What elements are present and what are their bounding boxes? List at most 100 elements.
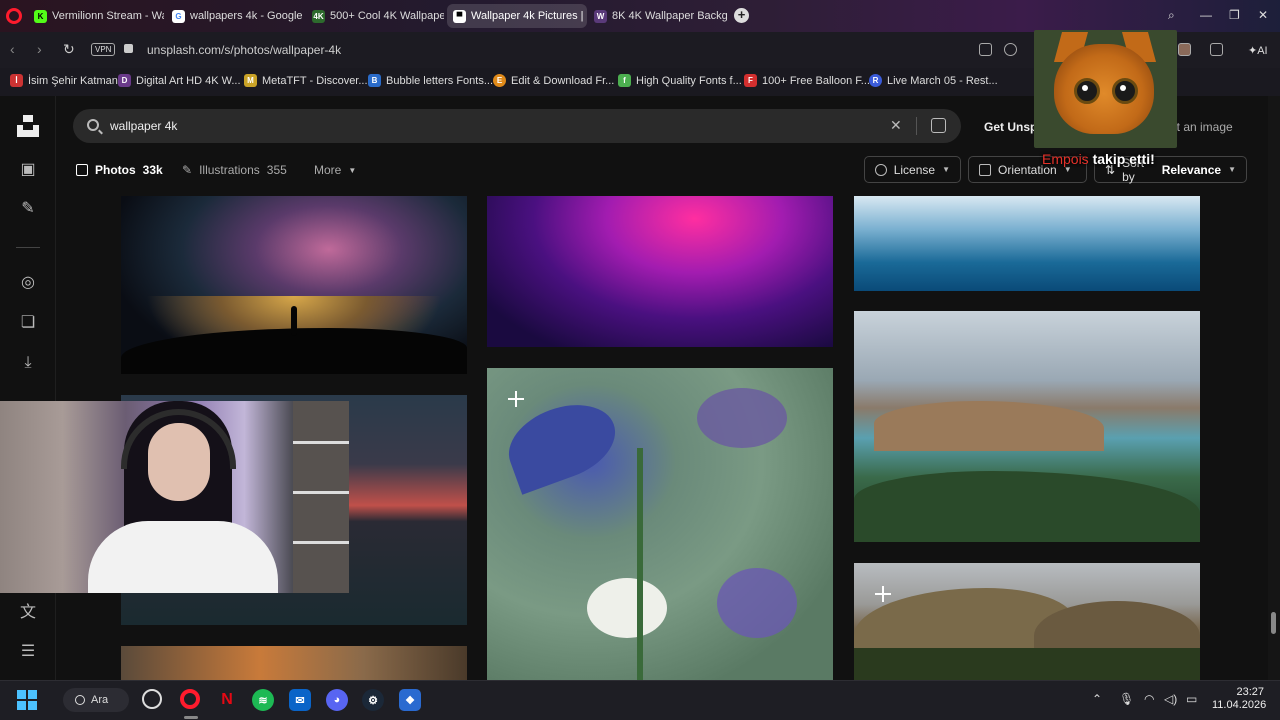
menu-nav-icon[interactable]: ☰: [18, 642, 38, 662]
nav-divider: [16, 247, 40, 248]
tab-illustrations[interactable]: ✎ Illustrations 355: [182, 163, 287, 177]
windows-start-icon[interactable]: [17, 690, 37, 710]
opera-logo-icon[interactable]: [6, 8, 22, 24]
forward-icon[interactable]: ›: [37, 41, 42, 57]
hq-fonts-icon: f: [618, 74, 631, 87]
edit-icon[interactable]: [979, 43, 992, 56]
bookmark-hq-fonts[interactable]: f High Quality Fonts f...: [618, 74, 742, 87]
taskbar-search-label: Ara: [91, 694, 109, 706]
wallpaper-site-icon: W: [594, 9, 607, 23]
camera-icon[interactable]: [1004, 43, 1017, 56]
digital-art-icon: D: [118, 74, 131, 87]
tab-label: wallpapers 4k - Google Se: [190, 10, 304, 22]
search-bar[interactable]: [73, 109, 961, 143]
bookmark-metatft[interactable]: M MetaTFT - Discover...: [244, 74, 368, 87]
tab-photos[interactable]: Photos 33k: [76, 163, 163, 177]
netflix-icon[interactable]: N: [216, 689, 238, 711]
bookmark-digital-art[interactable]: D Digital Art HD 4K W...: [118, 74, 241, 87]
steam-icon[interactable]: ⚙: [362, 689, 384, 711]
ai-icon[interactable]: ✦AI: [1248, 44, 1268, 57]
tab-8k-wallpaper[interactable]: W 8K 4K Wallpaper Backgrou: [588, 4, 728, 28]
tray-expand-icon[interactable]: ⌃: [1092, 692, 1102, 706]
discord-icon[interactable]: ◕: [326, 689, 348, 711]
bookmark-bubble-fonts[interactable]: B Bubble letters Fonts...: [368, 74, 493, 87]
new-tab-button[interactable]: +: [734, 8, 749, 23]
clear-search-icon[interactable]: ✕: [890, 117, 902, 134]
bookmark-label: İsim Şehir Katman: [28, 74, 118, 87]
license-dropdown[interactable]: License ▼: [864, 156, 961, 183]
vpn-badge[interactable]: VPN: [91, 43, 116, 56]
photo-icon: [76, 164, 88, 176]
minimize-icon[interactable]: —: [1200, 8, 1212, 22]
back-icon[interactable]: ‹: [10, 41, 15, 57]
wifi-icon[interactable]: ◠: [1144, 692, 1154, 706]
url-field[interactable]: unsplash.com/s/photos/wallpaper-4k: [147, 43, 341, 57]
google-icon: G: [172, 9, 185, 23]
submit-image-link[interactable]: it an image: [1174, 120, 1233, 134]
unsplash-logo-icon[interactable]: [17, 115, 39, 137]
photo-mountain-lake[interactable]: [854, 311, 1200, 542]
bookmark-edit-download[interactable]: E Edit & Download Fr...: [493, 74, 614, 87]
profile-avatar[interactable]: [1178, 43, 1191, 56]
photo-green-mountains[interactable]: [854, 563, 1200, 680]
mail-icon[interactable]: ✉: [289, 689, 311, 711]
isim-icon: İ: [10, 74, 23, 87]
restore-icon[interactable]: ❐: [1229, 8, 1240, 22]
tab-vermilionn[interactable]: K Vermilionn Stream - Watch: [28, 4, 164, 28]
tab-label: Wallpaper 4k Pictures | Do: [471, 10, 587, 22]
plus-icon[interactable]: [873, 584, 893, 604]
4k-icon: 4K: [312, 9, 325, 23]
taskbar-search[interactable]: Ara: [63, 688, 129, 712]
follow-alert-image: [1034, 30, 1177, 148]
search-icon[interactable]: [87, 119, 99, 131]
orientation-icon: [979, 163, 991, 176]
lock-icon[interactable]: [124, 44, 133, 53]
tab-more[interactable]: More ▼: [314, 163, 356, 177]
photo-ocean-waves[interactable]: [854, 196, 1200, 291]
illustrations-nav-icon[interactable]: ✎: [18, 199, 38, 219]
bookmark-live[interactable]: R Live March 05 - Rest...: [869, 74, 998, 87]
bookmark-balloon-fonts[interactable]: F 100+ Free Balloon F...: [744, 74, 870, 87]
bookmark-label: Digital Art HD 4K W...: [136, 74, 241, 87]
scroll-thumb[interactable]: [1271, 612, 1276, 634]
search-tabs-icon[interactable]: ⌕: [1168, 8, 1175, 23]
obs-icon[interactable]: [142, 689, 162, 709]
download-nav-icon[interactable]: ⤓: [18, 353, 38, 373]
language-nav-icon[interactable]: 文: [18, 603, 38, 623]
battery-icon[interactable]: ▭: [1186, 692, 1197, 706]
bookmark-isim[interactable]: İ İsim Şehir Katman: [10, 74, 118, 87]
page-scrollbar[interactable]: [1268, 96, 1280, 680]
tab-photos-label: Photos: [95, 163, 136, 177]
balloon-fonts-icon: F: [744, 74, 757, 87]
opera-taskbar-icon[interactable]: [180, 689, 200, 709]
tab-google[interactable]: G wallpapers 4k - Google Se: [166, 4, 304, 28]
plus-icon[interactable]: [506, 389, 526, 409]
photo-nebula[interactable]: [121, 646, 467, 680]
tab-label: Vermilionn Stream - Watch: [52, 10, 164, 22]
explore-nav-icon[interactable]: ◎: [18, 273, 38, 293]
get-unsplash-link[interactable]: Get Unsp: [984, 120, 1037, 134]
photo-milky-way[interactable]: [121, 196, 467, 374]
bookmark-label: Live March 05 - Rest...: [887, 74, 998, 87]
microphone-icon[interactable]: 🎙: [1119, 692, 1134, 706]
live-icon: R: [869, 74, 882, 87]
close-window-icon[interactable]: ✕: [1258, 8, 1268, 22]
photo-purple-gradient[interactable]: [487, 196, 833, 347]
unsplash-icon: ▀: [453, 9, 466, 23]
clock[interactable]: 23:27 11.04.2026: [1212, 686, 1266, 712]
extensions-icon[interactable]: [1210, 43, 1223, 56]
bookshelf: [293, 401, 349, 593]
tab-4k-wallpapers[interactable]: 4K 500+ Cool 4K Wallpapers: [306, 4, 444, 28]
spotify-icon[interactable]: ≋: [252, 689, 274, 711]
app-grid-icon[interactable]: ❖: [399, 689, 421, 711]
visual-search-icon[interactable]: [931, 118, 946, 133]
collections-nav-icon[interactable]: ❏: [18, 313, 38, 333]
photo-iris-flowers[interactable]: [487, 368, 833, 680]
volume-icon[interactable]: ◁): [1164, 692, 1177, 706]
photos-nav-icon[interactable]: ▣: [18, 160, 38, 180]
reload-icon[interactable]: ↻: [63, 41, 75, 58]
search-input[interactable]: wallpaper 4k: [110, 119, 177, 133]
tab-unsplash[interactable]: ▀ Wallpaper 4k Pictures | Do: [447, 4, 587, 28]
tab-illustrations-label: Illustrations: [199, 163, 260, 177]
bubble-fonts-icon: B: [368, 74, 381, 87]
